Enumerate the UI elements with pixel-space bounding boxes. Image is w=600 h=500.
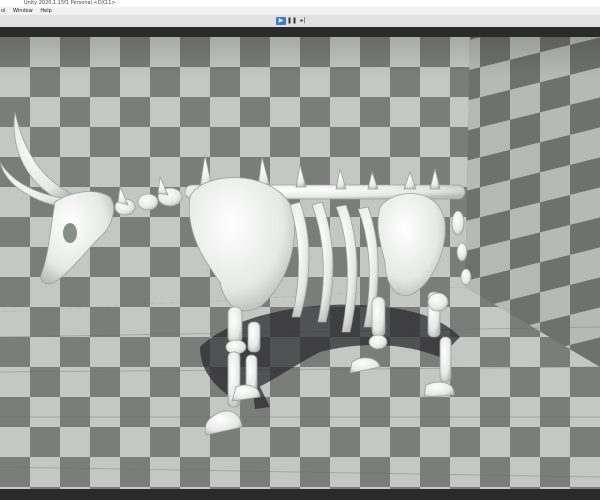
menu-bar: ol Window Help <box>0 7 600 15</box>
game-viewport[interactable] <box>0 37 600 489</box>
step-icon: ▸| <box>300 17 306 24</box>
menu-item-window[interactable]: Window <box>13 7 33 15</box>
scene-render <box>0 37 600 489</box>
play-icon: ▶ <box>278 17 284 24</box>
pause-button[interactable]: ❚❚ <box>287 17 297 25</box>
pause-icon: ❚❚ <box>287 17 298 24</box>
window-titlebar: Unity 2020.1.15f1 Personal <DX11> <box>0 0 600 7</box>
game-view-header <box>0 27 600 37</box>
window-title: Unity 2020.1.15f1 Personal <DX11> <box>24 0 116 6</box>
menu-item-tools[interactable]: ol <box>1 7 5 15</box>
status-bar <box>0 489 600 500</box>
step-button[interactable]: ▸| <box>298 17 308 25</box>
menu-item-help[interactable]: Help <box>40 7 51 15</box>
ceiling-shade <box>0 37 600 77</box>
play-button[interactable]: ▶ <box>276 17 286 25</box>
